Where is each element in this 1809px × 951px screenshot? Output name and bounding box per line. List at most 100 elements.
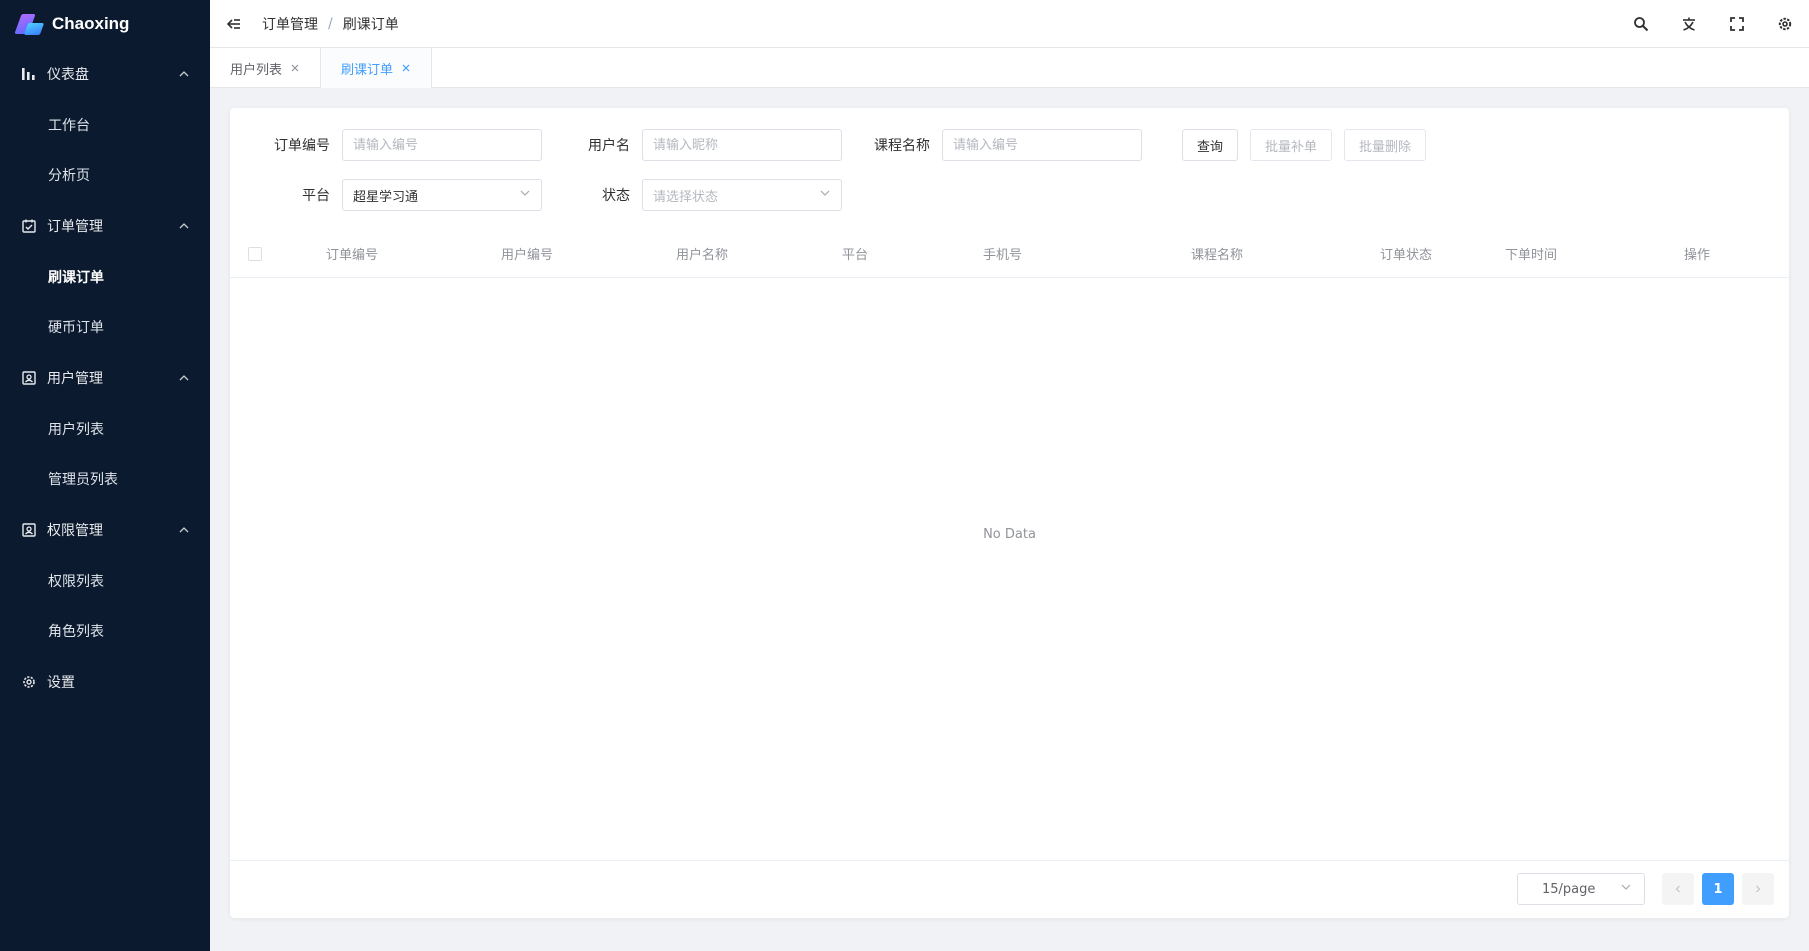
gear-icon [21, 674, 37, 690]
sidebar-item-label: 用户列表 [48, 422, 104, 438]
header-tools [1617, 0, 1809, 48]
menu-title-label: 设置 [47, 675, 75, 691]
menu-title-orders[interactable]: 订单管理 [0, 200, 210, 252]
table-empty-state: No Data [230, 278, 1789, 790]
sidebar-item-label: 管理员列表 [48, 472, 118, 488]
column-header-user-name[interactable]: 用户名称 [676, 244, 728, 263]
menu-group-users: 用户管理 用户列表 管理员列表 [0, 352, 210, 504]
pagination: 15/page 1 [230, 860, 1789, 918]
chevron-down-icon [819, 187, 831, 203]
platform-select-value: 超星学习通 [353, 189, 419, 205]
filter-row-2: 平台 超星学习通 状态 请选择状态 [230, 179, 842, 211]
chevron-up-icon [178, 220, 190, 232]
user-card-icon [21, 370, 37, 386]
sidebar-item-user-list[interactable]: 用户列表 [0, 404, 210, 454]
tab-label: 刷课订单 [341, 62, 394, 78]
menu-title-users[interactable]: 用户管理 [0, 352, 210, 404]
column-header-phone[interactable]: 手机号 [983, 244, 1022, 263]
menu-group-settings: 设置 [0, 656, 210, 708]
top-header: 订单管理 / 刷课订单 [210, 0, 1809, 48]
batch-resubmit-button[interactable]: 批量补单 [1250, 129, 1333, 161]
chevron-down-icon [519, 187, 531, 203]
sidebar-item-label: 工作台 [48, 118, 90, 134]
status-select[interactable]: 请选择状态 [642, 179, 842, 211]
menu-group-orders: 订单管理 刷课订单 硬币订单 [0, 200, 210, 352]
menu-title-label: 用户管理 [47, 371, 103, 387]
status-select-placeholder: 请选择状态 [653, 189, 719, 205]
translate-icon[interactable] [1665, 0, 1713, 48]
column-header-order-time[interactable]: 下单时间 [1505, 244, 1557, 263]
column-header-course-name[interactable]: 课程名称 [1191, 244, 1243, 263]
sidebar-item-label: 权限列表 [48, 574, 104, 590]
chevron-up-icon [178, 372, 190, 384]
course-name-label: 课程名称 [874, 138, 930, 154]
tab-label: 用户列表 [230, 62, 283, 78]
close-icon[interactable] [290, 63, 300, 73]
table-header: 订单编号 用户编号 用户名称 平台 手机号 课程名称 订单状态 下单时间 操作 [230, 230, 1789, 278]
sidebar-item-label: 硬币订单 [48, 320, 104, 336]
tab-user-list[interactable]: 用户列表 [210, 48, 322, 88]
chevron-down-icon [1620, 881, 1632, 897]
tab-course-orders[interactable]: 刷课订单 [321, 48, 433, 88]
username-label: 用户名 [588, 138, 630, 154]
filter-row-1: 订单编号 用户名 课程名称 查询 批量补单 批量删除 [230, 129, 1427, 161]
breadcrumb-item-current: 刷课订单 [342, 16, 399, 33]
sidebar-item-role-list[interactable]: 角色列表 [0, 606, 210, 656]
close-icon[interactable] [401, 63, 411, 73]
search-icon[interactable] [1617, 0, 1665, 48]
column-header-platform[interactable]: 平台 [842, 244, 868, 263]
empty-text: No Data [983, 526, 1036, 542]
tab-bar: 用户列表 刷课订单 [210, 48, 1809, 88]
chevron-up-icon [178, 68, 190, 80]
username-input[interactable] [642, 129, 842, 161]
order-no-input[interactable] [342, 129, 542, 161]
column-header-actions: 操作 [1684, 248, 1711, 263]
brand[interactable]: Chaoxing [0, 0, 210, 48]
menu-title-label: 订单管理 [47, 219, 103, 235]
sidebar-item-course-orders[interactable]: 刷课订单 [0, 252, 210, 302]
logo-icon [14, 10, 45, 38]
prev-page-button[interactable] [1662, 873, 1694, 905]
menu-title-label: 权限管理 [47, 523, 103, 539]
course-name-input[interactable] [942, 129, 1142, 161]
sidebar-item-permission-list[interactable]: 权限列表 [0, 556, 210, 606]
breadcrumb: 订单管理 / 刷课订单 [262, 14, 399, 34]
orders-card: 订单编号 用户名 课程名称 查询 批量补单 批量删除 平台 超星学习通 状态 请… [230, 108, 1789, 918]
column-header-order-status[interactable]: 订单状态 [1380, 244, 1432, 263]
menu-title-dashboard[interactable]: 仪表盘 [0, 48, 210, 100]
column-header-order-no[interactable]: 订单编号 [326, 244, 378, 263]
brand-name: Chaoxing [52, 14, 130, 33]
menu-group-permissions: 权限管理 权限列表 角色列表 [0, 504, 210, 656]
user-card-icon [21, 522, 37, 538]
page-size-select[interactable]: 15/page [1517, 873, 1645, 905]
sidebar-item-coin-orders[interactable]: 硬币订单 [0, 302, 210, 352]
next-page-button[interactable] [1742, 873, 1774, 905]
fullscreen-icon[interactable] [1713, 0, 1761, 48]
menu-title-label: 仪表盘 [47, 67, 89, 83]
sidebar-item-label: 分析页 [48, 168, 90, 184]
breadcrumb-separator: / [328, 15, 333, 32]
sidebar-item-admin-list[interactable]: 管理员列表 [0, 454, 210, 504]
column-header-user-no[interactable]: 用户编号 [501, 244, 553, 263]
batch-delete-button[interactable]: 批量删除 [1344, 129, 1427, 161]
sidebar-item-analysis[interactable]: 分析页 [0, 150, 210, 200]
page-button-current[interactable]: 1 [1702, 873, 1734, 905]
query-button[interactable]: 查询 [1182, 129, 1239, 161]
sidebar-item-workbench[interactable]: 工作台 [0, 100, 210, 150]
sidebar: Chaoxing 仪表盘 工作台 分析页 订单管理 刷课订单 硬币订单 用户管理… [0, 0, 210, 951]
chevron-up-icon [178, 524, 190, 536]
breadcrumb-item-orders[interactable]: 订单管理 [262, 14, 318, 34]
platform-select[interactable]: 超星学习通 [342, 179, 542, 211]
collapse-sidebar-icon[interactable] [224, 14, 244, 34]
platform-label: 平台 [302, 188, 330, 204]
menu-title-settings[interactable]: 设置 [0, 656, 210, 708]
chevron-left-icon [1675, 885, 1680, 893]
menu-group-dashboard: 仪表盘 工作台 分析页 [0, 48, 210, 200]
select-all-checkbox[interactable] [248, 247, 262, 261]
page-size-value: 15/page [1542, 881, 1596, 897]
gear-icon[interactable] [1761, 0, 1809, 48]
current-page-number: 1 [1713, 881, 1723, 897]
bar-chart-icon [21, 66, 37, 82]
sidebar-item-label: 刷课订单 [48, 270, 104, 286]
menu-title-permissions[interactable]: 权限管理 [0, 504, 210, 556]
